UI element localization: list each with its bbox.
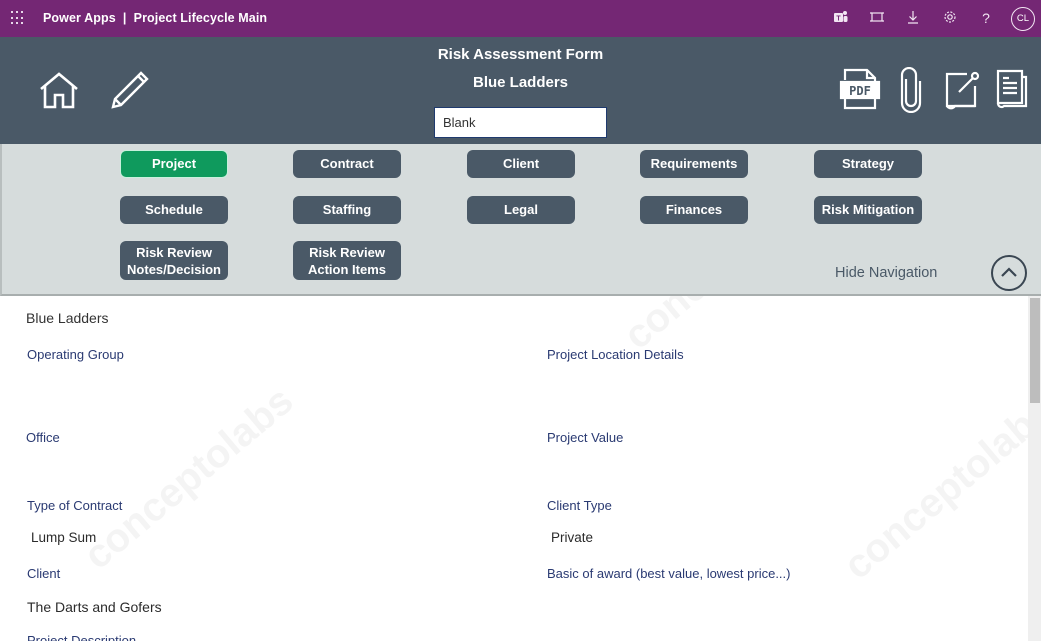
field-label-project-location: Project Location Details [547, 347, 684, 362]
nav-client-button[interactable]: Client [467, 150, 575, 178]
nav-risk-mitigation-button[interactable]: Risk Mitigation [814, 196, 922, 224]
attachment-icon[interactable] [898, 66, 924, 118]
help-icon[interactable]: ? [977, 9, 995, 27]
app-launcher-icon[interactable] [11, 11, 25, 25]
settings-icon[interactable] [941, 9, 959, 27]
nav-project-button[interactable]: Project [120, 150, 228, 178]
field-value-client: The Darts and Gofers [27, 599, 162, 615]
field-label-office: Office [26, 430, 60, 445]
nav-risk-review-notes-button[interactable]: Risk Review Notes/Decision [120, 241, 228, 280]
nav-schedule-button[interactable]: Schedule [120, 196, 228, 224]
field-value-client-type: Private [551, 530, 594, 545]
fit-screen-icon[interactable] [868, 9, 886, 27]
form-content: conceptolabs conceptolabs conceptolabs B… [0, 296, 1028, 641]
nav-contract-button[interactable]: Contract [293, 150, 401, 178]
user-avatar[interactable]: CL [1011, 7, 1035, 31]
nav-requirements-button[interactable]: Requirements [640, 150, 748, 178]
note-icon[interactable] [943, 68, 983, 117]
download-icon[interactable] [904, 9, 922, 27]
status-input[interactable] [434, 107, 607, 138]
field-label-project-description: Project Description [27, 633, 137, 641]
watermark: conceptolabs [835, 388, 1028, 588]
app-bar: Power Apps | Project Lifecycle Main T ? … [0, 0, 1041, 37]
form-title: Risk Assessment Form [437, 46, 604, 63]
scrollbar-thumb[interactable] [1030, 298, 1040, 403]
hide-navigation-label[interactable]: Hide Navigation [835, 265, 937, 281]
watermark: conceptolabs [75, 378, 302, 578]
document-icon[interactable] [994, 69, 1030, 116]
field-label-client-type: Client Type [547, 498, 612, 513]
app-title: Power Apps | Project Lifecycle Main [43, 11, 268, 25]
field-label-operating-group: Operating Group [27, 347, 124, 362]
button-label-line2: Action Items [307, 262, 386, 277]
button-label-line2: Notes/Decision [127, 262, 221, 277]
teams-icon[interactable]: T [832, 9, 850, 27]
collapse-navigation-button[interactable] [991, 255, 1027, 291]
navigation-panel: Project Contract Client Requirements Str… [0, 144, 1041, 296]
nav-strategy-button[interactable]: Strategy [814, 150, 922, 178]
svg-text:T: T [836, 16, 841, 23]
nav-finances-button[interactable]: Finances [640, 196, 748, 224]
nav-staffing-button[interactable]: Staffing [293, 196, 401, 224]
pdf-label: PDF [849, 84, 871, 98]
project-name: Blue Ladders [472, 74, 569, 91]
pdf-icon[interactable]: PDF [839, 68, 881, 117]
nav-legal-button[interactable]: Legal [467, 196, 575, 224]
field-value-type-of-contract: Lump Sum [31, 530, 97, 545]
button-label-line1: Risk Review [136, 245, 212, 260]
chevron-up-icon [1001, 267, 1017, 277]
record-title: Blue Ladders [26, 310, 109, 326]
form-header: Risk Assessment Form Blue Ladders PDF [0, 37, 1041, 144]
field-label-client: Client [27, 566, 61, 581]
field-label-project-value: Project Value [547, 430, 624, 445]
field-label-type-of-contract: Type of Contract [27, 498, 123, 513]
field-label-basis-of-award: Basic of award (best value, lowest price… [547, 566, 791, 581]
button-label-line1: Risk Review [309, 245, 385, 260]
nav-risk-review-action-items-button[interactable]: Risk Review Action Items [293, 241, 401, 280]
